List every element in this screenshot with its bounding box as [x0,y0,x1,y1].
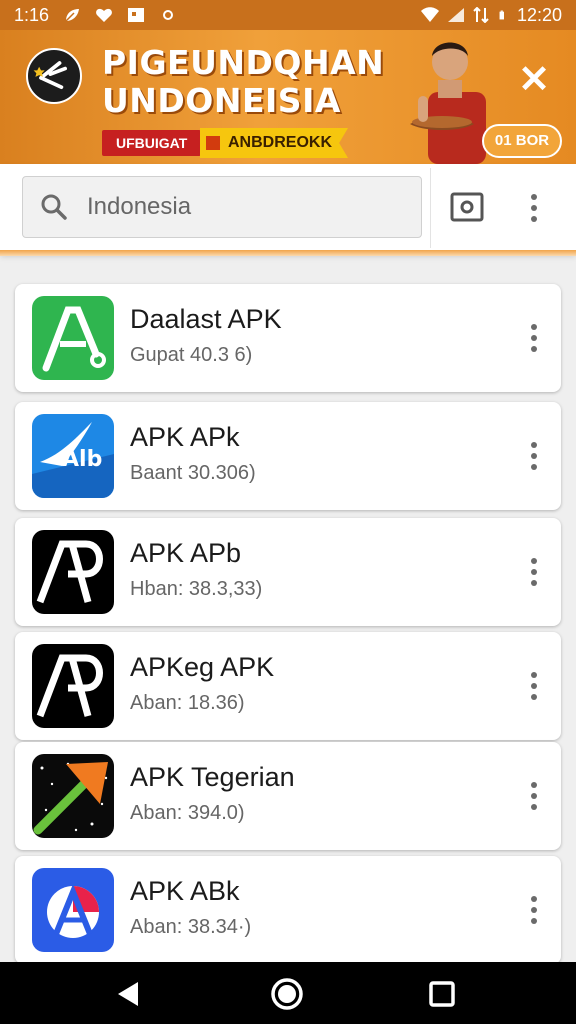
alb-blue-icon: Alb [32,414,114,498]
app-name: Daalast APK [130,304,282,334]
app-meta: Hban: 38.3,33) [130,578,263,600]
toolbar-more-menu-button[interactable] [530,194,538,222]
ap-black-icon [32,530,114,614]
navigation-bar [0,962,576,1024]
wifi-icon [420,7,439,22]
app-meta: Aban: 38.34·) [130,916,252,938]
toolbar-divider [430,168,431,248]
more-menu-button[interactable] [530,324,538,352]
back-icon[interactable] [108,974,148,1014]
svg-text:Alb: Alb [62,447,102,472]
toolbar-accent-strip [0,250,576,256]
heart-notification-icon [96,8,112,22]
banner-title-line2: UNDONEISIA [102,81,341,120]
arrow-stars-icon [32,754,114,838]
banner-tag-red: UFBUIGAT [102,130,202,156]
dot-notification-icon [163,10,174,20]
more-menu-button[interactable] [530,782,538,810]
ad-banner[interactable]: PIGEUNDQHAN UNDONEISIA UFBUIGAT ANBDREOK… [0,30,576,164]
search-box[interactable] [22,176,422,238]
banner-logo-icon [26,48,82,104]
battery-icon [499,10,504,20]
a-green-icon [32,296,114,380]
app-meta: Aban: 18.36) [130,692,245,714]
list-item[interactable]: APK ABk Aban: 38.34·) [15,856,561,964]
search-toolbar [0,164,576,252]
ap-black-icon [32,644,114,728]
search-icon [41,194,67,220]
app-meta: Gupat 40.3 6) [130,344,253,366]
list-item[interactable]: APKeg APK Aban: 18.36) [15,632,561,740]
signal-icon [447,8,464,22]
app-name: APK APk [130,422,240,452]
list-item[interactable]: Daalast APK Gupat 40.3 6) [15,284,561,392]
app-meta: Aban: 394.0) [130,802,245,824]
banner-title-line1: PIGEUNDQHAN [102,43,385,82]
list-item[interactable]: APK Tegerian Aban: 394.0) [15,742,561,850]
banner-pill-button[interactable]: 01 BOR [482,124,562,158]
search-input[interactable] [87,193,387,221]
banner-tag-square-icon [206,136,220,150]
camera-button-icon[interactable] [448,190,486,224]
more-menu-button[interactable] [530,672,538,700]
a-circle-blue-icon [32,868,114,952]
more-menu-button[interactable] [530,896,538,924]
status-time-left: 1:16 [14,4,50,25]
list-item[interactable]: APK APb Hban: 38.3,33) [15,518,561,626]
banner-close-button[interactable]: ✕ [512,58,556,102]
app-name: APK APb [130,538,242,568]
banner-title: PIGEUNDQHAN UNDONEISIA [102,44,384,120]
gallery-notification-icon [128,8,145,22]
app-name: APKeg APK [130,652,275,682]
app-meta: Baant 30.306) [130,462,256,484]
home-icon[interactable] [267,974,307,1014]
status-time-right: 12:20 [516,4,562,25]
app-name: APK ABk [130,876,240,906]
status-bar: 1:16 12:20 [0,0,576,30]
data-arrows-icon [473,7,489,23]
banner-tag-yellow: ANBDREOKK [200,128,348,158]
app-name: APK Tegerian [130,762,295,792]
list-item[interactable]: Alb APK APk Baant 30.306) [15,402,561,510]
recents-icon[interactable] [422,974,462,1014]
more-menu-button[interactable] [530,558,538,586]
leaf-notification-icon [65,9,80,22]
more-menu-button[interactable] [530,442,538,470]
